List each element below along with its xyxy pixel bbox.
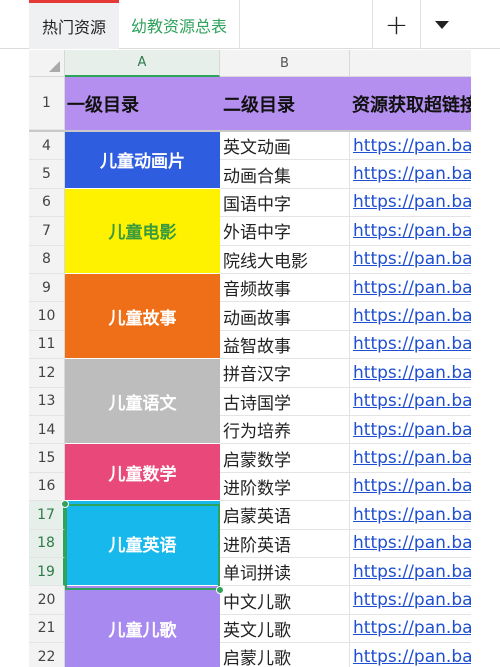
row-header-21[interactable]: 21 (29, 614, 65, 644)
resource-link-cell[interactable]: https://pan.baidu.com (350, 501, 471, 530)
subcategory-cell[interactable]: 启蒙数学 (220, 444, 350, 473)
resource-link-cell[interactable]: https://pan.baidu.com (350, 643, 471, 667)
selection-handle-top[interactable] (61, 500, 69, 508)
row-header-9[interactable]: 9 (29, 274, 65, 303)
tab-hot-resources[interactable]: 热门资源 (29, 0, 119, 49)
resource-link-cell[interactable]: https://pan.baidu.com (350, 416, 471, 445)
row-header-6[interactable]: 6 (29, 188, 65, 218)
column-header-a[interactable]: A (65, 50, 220, 77)
row-header-4[interactable]: 4 (29, 132, 65, 161)
category-cell[interactable]: 儿童电影 (65, 188, 220, 274)
resource-link-cell[interactable]: https://pan.baidu.com (350, 132, 471, 161)
subcategory-cell[interactable]: 院线大电影 (220, 245, 350, 274)
row-header-18[interactable]: 18 (29, 529, 65, 558)
subcategory-cell[interactable]: 英文儿歌 (220, 614, 350, 644)
resource-link-cell[interactable]: https://pan.baidu.com (350, 444, 471, 473)
subcategory-cell[interactable]: 拼音汉字 (220, 359, 350, 388)
row-header-15[interactable]: 15 (29, 444, 65, 473)
category-cell[interactable]: 儿童儿歌 (65, 586, 220, 667)
row-header-14[interactable]: 14 (29, 416, 65, 445)
header-cell-level1[interactable]: 一级目录 (67, 77, 219, 130)
subcategory-cell[interactable]: 行为培养 (220, 416, 350, 445)
row-header-1[interactable]: 1 (29, 77, 65, 130)
resource-link-cell[interactable]: https://pan.baidu.com (350, 331, 471, 360)
subcategory-cell[interactable]: 外语中字 (220, 217, 350, 246)
row-header-12[interactable]: 12 (29, 359, 65, 388)
resource-link-cell[interactable]: https://pan.baidu.com (350, 302, 471, 331)
row-header-20[interactable]: 20 (29, 586, 65, 615)
row-header-19[interactable]: 19 (29, 558, 65, 587)
subcategory-cell[interactable]: 动画故事 (220, 302, 350, 331)
subcategory-cell[interactable]: 中文儿歌 (220, 586, 350, 615)
select-all-corner-icon (49, 61, 60, 72)
header-cell-link[interactable]: 资源获取超链接 (352, 77, 471, 130)
resource-link-cell[interactable]: https://pan.baidu.com (350, 388, 471, 416)
resource-link-cell[interactable]: https://pan.baidu.com (350, 189, 471, 218)
resource-link-cell[interactable]: https://pan.baidu.com (350, 586, 471, 615)
select-all-corner[interactable] (29, 50, 65, 77)
row-header-10[interactable]: 10 (29, 302, 65, 331)
resource-link-cell[interactable]: https://pan.baidu.com (350, 274, 471, 303)
resource-link-cell[interactable]: https://pan.baidu.com (350, 473, 471, 502)
plus-icon: + (384, 8, 409, 41)
category-cell[interactable]: 儿童英语 (65, 501, 220, 587)
subcategory-cell[interactable]: 启蒙英语 (220, 501, 350, 530)
subcategory-cell[interactable]: 进阶数学 (220, 472, 350, 502)
subcategory-cell[interactable]: 单词拼读 (220, 558, 350, 587)
subcategory-cell[interactable]: 动画合集 (220, 160, 350, 189)
subcategory-cell[interactable]: 启蒙儿歌 (220, 643, 350, 667)
subcategory-cell[interactable]: 益智故事 (220, 330, 350, 360)
row-header-13[interactable]: 13 (29, 387, 65, 416)
resource-link-cell[interactable]: https://pan.baidu.com (350, 558, 471, 587)
resource-link-cell[interactable]: https://pan.baidu.com (350, 615, 471, 644)
resource-link-cell[interactable]: https://pan.baidu.com (350, 530, 471, 558)
row-header-5[interactable]: 5 (29, 160, 65, 189)
subcategory-cell[interactable]: 英文动画 (220, 132, 350, 161)
caret-down-icon (434, 20, 449, 29)
spreadsheet-grid[interactable]: A B 1 一级目录 二级目录 资源获取超链接 4 英文动画 https://pan… (29, 50, 471, 667)
category-cell[interactable]: 儿童动画片 (65, 132, 220, 189)
column-header-b[interactable]: B (220, 50, 350, 77)
subcategory-cell[interactable]: 进阶英语 (220, 529, 350, 558)
category-cell[interactable]: 儿童数学 (65, 444, 220, 502)
more-sheets-button[interactable] (420, 0, 462, 49)
row-header-7[interactable]: 7 (29, 217, 65, 246)
subcategory-cell[interactable]: 古诗国学 (220, 387, 350, 416)
tab-resource-summary[interactable]: 幼教资源总表 (119, 0, 240, 49)
row-header-16[interactable]: 16 (29, 472, 65, 502)
resource-link-cell[interactable]: https://pan.baidu.com (350, 246, 471, 274)
row-header-17[interactable]: 17 (29, 501, 65, 530)
resource-link-cell[interactable]: https://pan.baidu.com (350, 160, 471, 189)
category-cell[interactable]: 儿童故事 (65, 274, 220, 360)
subcategory-cell[interactable]: 国语中字 (220, 188, 350, 218)
subcategory-cell[interactable]: 音频故事 (220, 274, 350, 303)
row-header-22[interactable]: 22 (29, 643, 65, 667)
resource-link-cell[interactable]: https://pan.baidu.com (350, 217, 471, 246)
row-header-11[interactable]: 11 (29, 330, 65, 360)
category-cell[interactable]: 儿童语文 (65, 359, 220, 445)
resource-link-cell[interactable]: https://pan.baidu.com (350, 359, 471, 388)
header-cell-level2[interactable]: 二级目录 (223, 77, 349, 130)
row-header-8[interactable]: 8 (29, 245, 65, 274)
selection-handle-bottom[interactable] (216, 586, 224, 594)
column-header-c[interactable] (350, 50, 471, 77)
add-sheet-button[interactable]: + (372, 0, 420, 49)
sheet-tab-bar: 热门资源 幼教资源总表 + (0, 0, 500, 49)
